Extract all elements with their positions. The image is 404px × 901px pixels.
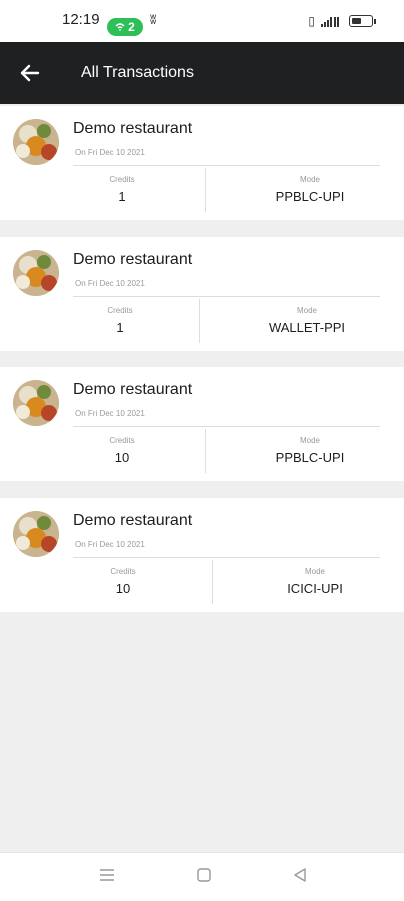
wifi-icon <box>115 23 125 31</box>
back-button[interactable] <box>16 59 44 87</box>
credits-value: 10 <box>114 450 130 465</box>
divider <box>73 426 380 427</box>
mode-value: WALLET-PPI <box>268 320 346 335</box>
column-divider <box>205 168 206 212</box>
restaurant-name: Demo restaurant <box>73 512 193 529</box>
column-divider <box>199 299 200 343</box>
app-bar: All Transactions <box>0 42 404 104</box>
restaurant-name: Demo restaurant <box>73 381 193 398</box>
column-divider <box>205 429 206 473</box>
transaction-date: On Fri Dec 10 2021 <box>75 148 145 157</box>
wifi-hotspot-pill: 2 <box>107 18 143 36</box>
mode-value: ICICI-UPI <box>287 581 343 596</box>
transaction-date: On Fri Dec 10 2021 <box>75 279 145 288</box>
transaction-card[interactable]: Demo restaurant On Fri Dec 10 2021 Credi… <box>0 237 404 351</box>
credits-value: 1 <box>116 320 124 335</box>
vibrate-icon: ▯ <box>308 14 315 28</box>
transaction-date: On Fri Dec 10 2021 <box>75 540 145 549</box>
credits-label: Credits <box>107 306 133 315</box>
restaurant-name: Demo restaurant <box>73 120 193 137</box>
mode-label: Mode <box>304 567 325 576</box>
mode-label: Mode <box>299 436 320 445</box>
restaurant-avatar <box>13 119 59 165</box>
transaction-card[interactable]: Demo restaurant On Fri Dec 10 2021 Credi… <box>0 106 404 220</box>
mode-value: PPBLC-UPI <box>275 450 345 465</box>
transaction-card[interactable]: Demo restaurant On Fri Dec 10 2021 Credi… <box>0 498 404 612</box>
app-icon: ʬ <box>150 12 157 27</box>
restaurant-avatar <box>13 511 59 557</box>
menu-icon[interactable] <box>99 867 115 888</box>
credits-value: 10 <box>115 581 131 596</box>
divider <box>73 296 380 297</box>
status-time: 12:19 <box>62 11 100 28</box>
credits-label: Credits <box>109 436 135 445</box>
restaurant-avatar <box>13 250 59 296</box>
pill-count: 2 <box>128 20 135 34</box>
status-icons: ▯ <box>308 14 376 28</box>
system-nav-bar <box>0 852 404 901</box>
mode-label: Mode <box>299 175 320 184</box>
credits-label: Credits <box>110 567 136 576</box>
battery-icon <box>349 15 373 27</box>
restaurant-avatar <box>13 380 59 426</box>
status-bar: 12:19 2 ʬ ▯ <box>0 0 404 42</box>
divider <box>73 165 380 166</box>
arrow-left-icon <box>20 64 40 82</box>
column-divider <box>212 560 213 604</box>
mode-label: Mode <box>296 306 317 315</box>
back-icon[interactable] <box>292 867 308 888</box>
transaction-date: On Fri Dec 10 2021 <box>75 409 145 418</box>
credits-value: 1 <box>118 189 126 204</box>
credits-label: Credits <box>109 175 135 184</box>
signal-icon <box>321 16 339 27</box>
divider <box>73 557 380 558</box>
page-title: All Transactions <box>81 64 194 81</box>
restaurant-name: Demo restaurant <box>73 251 193 268</box>
mode-value: PPBLC-UPI <box>275 189 345 204</box>
transaction-card[interactable]: Demo restaurant On Fri Dec 10 2021 Credi… <box>0 367 404 481</box>
home-icon[interactable] <box>196 867 212 888</box>
